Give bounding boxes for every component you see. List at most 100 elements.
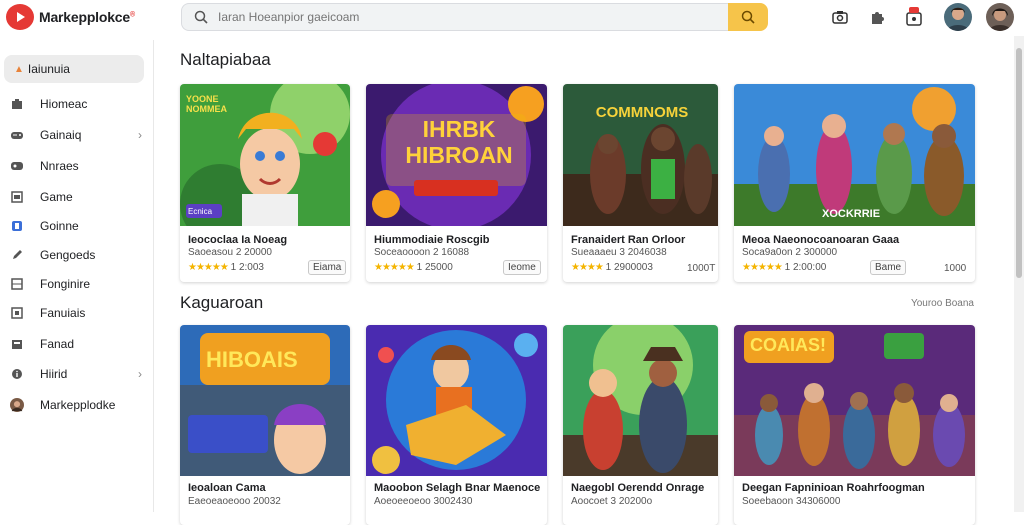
card-tag-button[interactable]: Bame bbox=[870, 260, 907, 275]
rating-stars: ★★★★★ bbox=[742, 262, 783, 273]
gamepad-icon bbox=[10, 128, 24, 142]
sidebar-item-home[interactable]: Hiomeac bbox=[10, 93, 146, 115]
sidebar-item-label: Fanad bbox=[40, 337, 75, 351]
card-rating-text: Eaeoeaoeooo 20032 bbox=[188, 496, 281, 507]
sidebar-item-game[interactable]: Game bbox=[10, 186, 146, 208]
sidebar-item-label: Iaiunuia bbox=[27, 62, 70, 76]
game-card[interactable]: Naegobl Oerendd Onrage Aoocoet 3 20200o bbox=[563, 325, 718, 525]
card-tag-button[interactable]: Ieome bbox=[503, 260, 541, 275]
card-art-text: COMMNOMS bbox=[595, 104, 689, 121]
pen-icon bbox=[10, 248, 24, 262]
card-title: Maoobon Selagh Bnar Maenoce bbox=[374, 482, 541, 494]
card-stat: 1 25000 bbox=[416, 262, 453, 273]
sidebar-item-games[interactable]: Gainaiq › bbox=[10, 124, 146, 146]
sidebar-item-label: Gengoeds bbox=[40, 248, 96, 262]
grid-icon bbox=[10, 277, 24, 291]
sidebar-item-news[interactable]: Nnraes bbox=[10, 155, 146, 177]
section-title: Naltapiabaa bbox=[180, 50, 271, 69]
card-badge: Ecnica bbox=[188, 207, 213, 216]
game-card[interactable]: Maoobon Selagh Bnar Maenoce Aoeoeeoeoo 3… bbox=[366, 325, 547, 525]
sidebar-item-label: Gainaiq bbox=[40, 128, 82, 142]
card-art-text: COAIAS! bbox=[750, 335, 826, 355]
card-rating-text: Aoeoeeoeoo 3002430 bbox=[374, 496, 473, 507]
game-card[interactable]: XOCKRRIE Meoa Naeonocoanoaran Gaaa Soca9… bbox=[734, 84, 975, 282]
avatar-icon bbox=[10, 398, 24, 412]
sidebar-item-active[interactable]: ▲ Iaiunuia bbox=[4, 55, 144, 83]
sidebar-item-label: Nnraes bbox=[40, 159, 79, 173]
search-button[interactable] bbox=[728, 3, 768, 31]
puzzle-icon[interactable] bbox=[867, 7, 887, 27]
card-art-text: HIBOAIS bbox=[206, 347, 298, 372]
card-rating: ★★★★★ 1 2:00:00 bbox=[742, 262, 826, 273]
game-card[interactable]: Ecnica YOONE NOMMEA Ieococlaa Ia Noeag S… bbox=[180, 84, 350, 282]
sidebar: ▲ Iaiunuia Hiomeac Gainaiq › Nnraes Game… bbox=[0, 40, 154, 512]
sidebar-item-label: Markepplodke bbox=[40, 398, 116, 412]
sidebar-item-hiirid[interactable]: Hiirid › bbox=[10, 363, 146, 385]
sidebar-item-label: Hiirid bbox=[40, 367, 68, 381]
scrollbar[interactable] bbox=[1014, 36, 1024, 512]
card-title: Franaidert Ran Orloor bbox=[571, 234, 686, 246]
app-title: Markepplokce® bbox=[39, 9, 135, 25]
sidebar-item-label: Game bbox=[40, 190, 73, 204]
card-count: 1000T bbox=[687, 263, 716, 274]
app-logo[interactable]: Markepplokce® bbox=[6, 4, 135, 30]
sidebar-item-gengoeds[interactable]: Gengoeds bbox=[10, 244, 146, 266]
card-tag-button[interactable]: Eiama bbox=[308, 260, 347, 275]
scrollbar-thumb[interactable] bbox=[1016, 48, 1022, 278]
folder-icon bbox=[10, 337, 24, 351]
search-bar bbox=[181, 3, 729, 31]
sidebar-item-fonginire[interactable]: Fonginire bbox=[10, 273, 146, 295]
top-bar: Markepplokce® bbox=[0, 0, 1024, 36]
card-art-text: XOCKRRIE bbox=[822, 208, 881, 220]
card-rating-text: Aoocoet 3 20200o bbox=[571, 496, 653, 507]
box-icon bbox=[10, 306, 24, 320]
fire-icon: ▲ bbox=[14, 63, 24, 75]
news-icon bbox=[10, 159, 24, 173]
game-card[interactable]: IHRBK HIBROAN Hiummodiaie Roscgib Soceao… bbox=[366, 84, 547, 282]
sidebar-item-marketplace[interactable]: Markepplodke bbox=[10, 394, 146, 416]
sidebar-item-fanad[interactable]: Fanad bbox=[10, 333, 146, 355]
game-icon bbox=[10, 190, 24, 204]
sidebar-item-fanuiais[interactable]: Fanuiais bbox=[10, 302, 146, 324]
search-input[interactable] bbox=[218, 10, 698, 24]
card-count: 1000 bbox=[944, 263, 967, 274]
card-stat: 1 2:00:00 bbox=[784, 262, 827, 273]
card-title: Hiummodiaie Roscgib bbox=[374, 234, 490, 246]
view-more-link[interactable]: Youroo Boana bbox=[911, 298, 974, 309]
game-card[interactable]: COMMNOMS Franaidert Ran Orloor Sueaaaeu … bbox=[563, 84, 718, 282]
game-thumbnail bbox=[563, 325, 718, 476]
rating-stars: ★★★★★ bbox=[374, 262, 415, 273]
card-rating-text: Soca9a0on 2 300000 bbox=[742, 247, 838, 258]
chevron-right-icon: › bbox=[138, 367, 142, 381]
user-avatar[interactable] bbox=[986, 3, 1014, 31]
game-card[interactable]: HIBOAIS Ieoaloan Cama Eaeoeaoeooo 20032 bbox=[180, 325, 350, 525]
card-rating-text: Soceaoooon 2 16088 bbox=[374, 247, 470, 258]
info-icon bbox=[10, 367, 24, 381]
card-art-text: YOONE NOMMEA bbox=[186, 94, 227, 114]
game-thumbnail bbox=[734, 84, 975, 226]
card-rating: ★★★★ 1 2900003 bbox=[571, 262, 653, 273]
card-rating: ★★★★★ 1 2:003 bbox=[188, 262, 264, 273]
game-thumbnail bbox=[366, 325, 547, 476]
notification-icon[interactable] bbox=[904, 7, 924, 27]
main-content: Naltapiabaa Ecnica YOONE NOMMEA Ieococla… bbox=[156, 36, 1014, 525]
search-icon bbox=[741, 10, 755, 24]
avatar[interactable] bbox=[944, 3, 972, 31]
sidebar-item-label: Goinne bbox=[40, 219, 79, 233]
section-title: Kaguaroan bbox=[180, 293, 264, 312]
card-title: Naegobl Oerendd Onrage bbox=[571, 482, 705, 494]
chevron-right-icon: › bbox=[138, 128, 142, 142]
card-title: Ieococlaa Ia Noeag bbox=[188, 234, 288, 246]
card-rating-text: Soeebaoon 34306000 bbox=[742, 496, 841, 507]
camera-icon[interactable] bbox=[830, 7, 850, 27]
card-title: Deegan Fapninioan Roahrfoogman bbox=[742, 482, 925, 494]
rating-stars: ★★★★ bbox=[571, 262, 604, 273]
play-logo-icon bbox=[6, 4, 34, 30]
card-stat: 1 2:003 bbox=[230, 262, 264, 273]
card-rating-text: Sueaaaeu 3 2046038 bbox=[571, 247, 667, 258]
card-art-text: IHRBK HIBROAN bbox=[405, 116, 513, 168]
card-title: Meoa Naeonocoanoaran Gaaa bbox=[742, 234, 900, 246]
sidebar-item-goinne[interactable]: Goinne bbox=[10, 215, 146, 237]
game-card[interactable]: COAIAS! Deegan Fapninioan Roahrfoogman S… bbox=[734, 325, 975, 525]
search-icon bbox=[194, 10, 208, 24]
